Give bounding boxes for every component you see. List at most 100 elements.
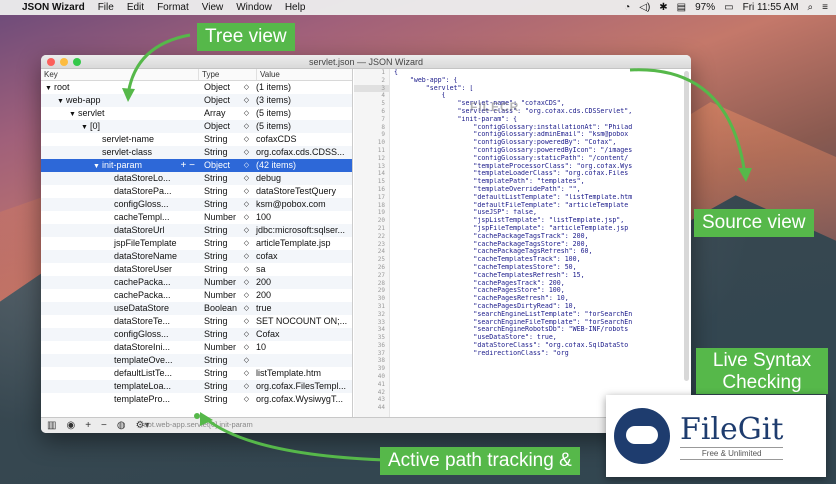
tree-row-value[interactable]: (1 items) — [254, 81, 352, 94]
code-line[interactable]: "servlet-name": "cofaxCDS", — [394, 100, 684, 108]
tree-row-type[interactable]: String — [199, 315, 239, 328]
tree-row[interactable]: dataStoreTe... String ◇ SET NOCOUNT ON;... — [41, 315, 352, 328]
tree-row[interactable]: templatePro... String ◇ org.cofax.WysiwygT.… — [41, 393, 352, 406]
menu-format[interactable]: Format — [157, 2, 189, 13]
code-line[interactable] — [394, 357, 684, 365]
code-line[interactable]: "cachePackageTagsTrack": 200, — [394, 233, 684, 241]
tree-row[interactable]: servlet-class String ◇ org.cofax.cds.CDSS..… — [41, 146, 352, 159]
code-line[interactable]: "init-param": { — [394, 116, 684, 124]
tree-row[interactable]: ▼ init-param + − Object ◇ (42 items) — [41, 159, 352, 172]
type-stepper-icon[interactable]: ◇ — [239, 341, 254, 354]
tree-row-value[interactable]: SET NOCOUNT ON;... — [254, 315, 352, 328]
type-stepper-icon[interactable]: ◇ — [239, 133, 254, 146]
code-line[interactable]: "servlet-class": "org.cofax.cds.CDSServl… — [394, 108, 684, 116]
code-line[interactable]: "templatePath": "templates", — [394, 178, 684, 186]
code-line[interactable]: "configGlossary:staticPath": "/content/ — [394, 155, 684, 163]
tree-row-value[interactable]: debug — [254, 172, 352, 185]
tree-row[interactable]: cachePacka... Number ◇ 200 — [41, 276, 352, 289]
tree-row-value[interactable]: true — [254, 302, 352, 315]
tree-row-type[interactable]: String — [199, 198, 239, 211]
search-icon[interactable]: ⌕ — [808, 2, 814, 13]
type-stepper-icon[interactable]: ◇ — [239, 315, 254, 328]
tree-row[interactable]: templateOve... String ◇ — [41, 354, 352, 367]
tree-row[interactable]: configGloss... String ◇ ksm@pobox.com — [41, 198, 352, 211]
tree-row[interactable]: jspFileTemplate String ◇ articleTemplate.js… — [41, 237, 352, 250]
column-header-value[interactable]: Value — [257, 69, 352, 80]
zoom-window-button[interactable] — [73, 58, 81, 66]
type-stepper-icon[interactable]: ◇ — [239, 289, 254, 302]
menu-list-icon[interactable]: ≡ — [822, 2, 828, 13]
code-line[interactable]: "redirectionClass": "org — [394, 350, 684, 358]
tree-row-type[interactable]: String — [199, 263, 239, 276]
tree-row[interactable]: dataStoreIni... Number ◇ 10 — [41, 341, 352, 354]
tree-row-value[interactable]: articleTemplate.jsp — [254, 237, 352, 250]
menu-app-name[interactable]: JSON Wizard — [22, 2, 85, 13]
tree-row[interactable]: useDataStore Boolean ◇ true — [41, 302, 352, 315]
tree-row-value[interactable]: listTemplate.htm — [254, 367, 352, 380]
type-stepper-icon[interactable]: ◇ — [239, 276, 254, 289]
row-add-remove-buttons[interactable]: + − — [181, 159, 195, 172]
type-stepper-icon[interactable]: ◇ — [239, 263, 254, 276]
disclosure-triangle-icon[interactable]: ▼ — [93, 160, 102, 172]
menu-window[interactable]: Window — [236, 2, 272, 13]
bluetooth-icon[interactable]: ✱ — [659, 2, 667, 13]
code-line[interactable]: "cacheTemplatesRefresh": 15, — [394, 272, 684, 280]
type-stepper-icon[interactable]: ◇ — [239, 94, 254, 107]
disclosure-triangle-icon[interactable]: ▼ — [57, 95, 66, 107]
code-line[interactable]: "servlet": [ — [394, 85, 684, 93]
code-line[interactable]: "jspFileTemplate": "articleTemplate.jsp — [394, 225, 684, 233]
code-line[interactable] — [394, 365, 684, 373]
code-line[interactable]: "configGlossary:poweredBy": "Cofax", — [394, 139, 684, 147]
wifi-icon[interactable]: ◔ — [624, 2, 630, 13]
code-line[interactable]: "searchEngineFileTemplate": "forSearchEn — [394, 319, 684, 327]
code-line[interactable]: { — [394, 92, 684, 100]
tree-row-value[interactable]: 200 — [254, 289, 352, 302]
tree-row-type[interactable]: String — [199, 146, 239, 159]
tree-row-type[interactable]: Object — [199, 159, 239, 172]
settings-circle-icon[interactable]: ◉ — [66, 420, 75, 431]
tree-row-value[interactable] — [254, 354, 352, 367]
type-stepper-icon[interactable]: ◇ — [239, 198, 254, 211]
tree-row-value[interactable]: ksm@pobox.com — [254, 198, 352, 211]
code-line[interactable]: { — [394, 69, 684, 77]
tree-row[interactable]: cacheTempl... Number ◇ 100 — [41, 211, 352, 224]
type-stepper-icon[interactable]: ◇ — [239, 107, 254, 120]
type-stepper-icon[interactable]: ◇ — [239, 393, 254, 406]
type-stepper-icon[interactable]: ◇ — [239, 120, 254, 133]
tree-row-type[interactable]: Boolean — [199, 302, 239, 315]
code-line[interactable]: "cachePagesRefresh": 10, — [394, 295, 684, 303]
code-line[interactable]: "useJSP": false, — [394, 209, 684, 217]
type-stepper-icon[interactable]: ◇ — [239, 302, 254, 315]
code-line[interactable]: "cacheTemplatesTrack": 100, — [394, 256, 684, 264]
code-line[interactable]: "cachePackageTagsStore": 200, — [394, 241, 684, 249]
tree-row-value[interactable]: (5 items) — [254, 120, 352, 133]
column-header-key[interactable]: Key — [41, 69, 199, 80]
tree-row-value[interactable]: sa — [254, 263, 352, 276]
type-stepper-icon[interactable]: ◇ — [239, 354, 254, 367]
tree-row-type[interactable]: String — [199, 393, 239, 406]
tree-row-type[interactable]: Object — [199, 94, 239, 107]
source-scrollbar[interactable] — [684, 71, 689, 381]
code-line[interactable]: "configGlossary:poweredByIcon": "/images — [394, 147, 684, 155]
tree-row-type[interactable]: String — [199, 133, 239, 146]
tree-row[interactable]: configGloss... String ◇ Cofax — [41, 328, 352, 341]
code-line[interactable]: "web-app": { — [394, 77, 684, 85]
minimize-window-button[interactable] — [60, 58, 68, 66]
tree-row-type[interactable]: Number — [199, 289, 239, 302]
tree-row[interactable]: ▼ root Object ◇ (1 items) — [41, 81, 352, 94]
type-stepper-icon[interactable]: ◇ — [239, 380, 254, 393]
tree-row-value[interactable]: (42 items) — [254, 159, 352, 172]
tree-row[interactable]: dataStorePa... String ◇ dataStoreTestQuery — [41, 185, 352, 198]
tree-row-type[interactable]: Number — [199, 276, 239, 289]
type-stepper-icon[interactable]: ◇ — [239, 159, 254, 172]
battery-percent[interactable]: 97% — [695, 2, 715, 13]
source-view[interactable]: 1 2 3 4 5 6 7 8 9 10 11 12 13 14 15 16 17 18 19 20 21 22 23 24 2… — [354, 69, 691, 417]
type-stepper-icon[interactable]: ◇ — [239, 185, 254, 198]
tree-row-value[interactable]: org.cofax.FilesTempl... — [254, 380, 352, 393]
type-stepper-icon[interactable]: ◇ — [239, 237, 254, 250]
tree-row-value[interactable]: Cofax — [254, 328, 352, 341]
globe-icon[interactable]: ◍ — [117, 420, 126, 431]
tree-row-type[interactable]: Number — [199, 211, 239, 224]
tree-row[interactable]: defaultListTe... String ◇ listTemplate.htm — [41, 367, 352, 380]
tree-row-value[interactable]: org.cofax.cds.CDSS... — [254, 146, 352, 159]
